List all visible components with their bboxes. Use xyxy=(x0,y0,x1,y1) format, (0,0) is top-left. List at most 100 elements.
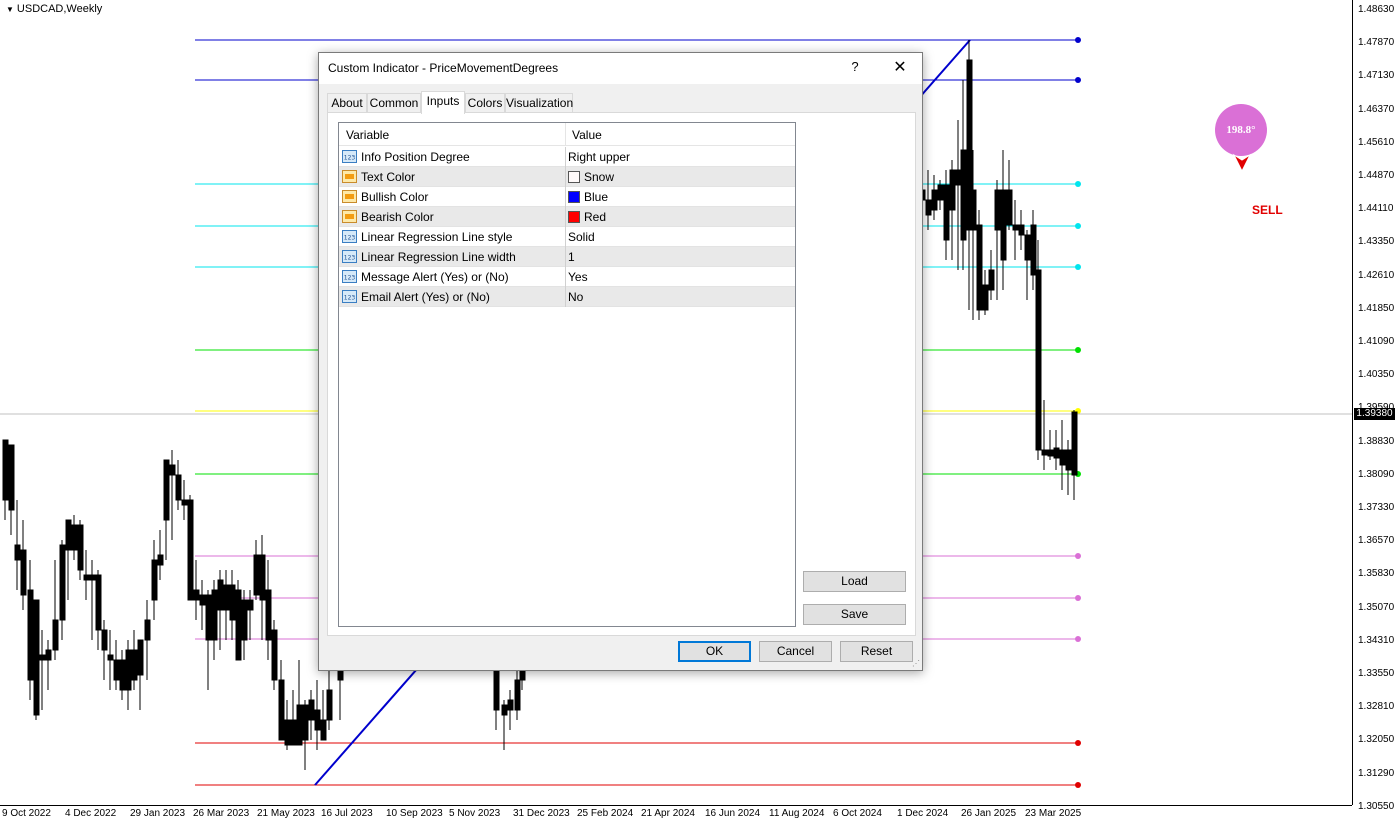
candle-body xyxy=(976,224,983,311)
candle-body xyxy=(507,699,514,711)
input-variable-name: Text Color xyxy=(361,170,416,184)
reset-button[interactable]: Reset xyxy=(840,641,913,662)
candle-body xyxy=(89,574,96,581)
signal-label: SELL xyxy=(1252,203,1283,217)
candle-body xyxy=(211,589,218,641)
chart-menu-triangle-icon[interactable]: ▼ xyxy=(6,5,14,14)
candle-body xyxy=(1041,449,1048,456)
input-row[interactable]: Bearish Color Red xyxy=(339,207,795,227)
candle-body xyxy=(937,184,944,201)
tab-common[interactable]: Common xyxy=(367,93,421,113)
column-header-value[interactable]: Value xyxy=(572,128,602,142)
candle-body xyxy=(259,554,266,601)
input-value-text: Yes xyxy=(568,270,588,284)
load-button[interactable]: Load xyxy=(803,571,906,592)
candle-body xyxy=(151,559,158,601)
input-value-text: 1 xyxy=(568,250,575,264)
level-dot xyxy=(1075,553,1081,559)
candle-body xyxy=(45,649,52,661)
custom-indicator-dialog: Custom Indicator - PriceMovementDegrees … xyxy=(318,52,923,671)
input-row[interactable]: 123 Linear Regression Line style Solid xyxy=(339,227,795,247)
input-variable-name: Message Alert (Yes) or (No) xyxy=(361,270,509,284)
candle-body xyxy=(8,444,15,511)
input-row[interactable]: Text Color Snow xyxy=(339,167,795,187)
input-row[interactable]: 123 Message Alert (Yes) or (No) Yes xyxy=(339,267,795,287)
input-value[interactable]: Yes xyxy=(568,270,588,284)
price-tick-label: 1.32050 xyxy=(1358,734,1395,746)
tab-visualization[interactable]: Visualization xyxy=(505,93,573,113)
tab-inputs[interactable]: Inputs xyxy=(421,91,465,114)
candle-body xyxy=(59,544,66,621)
input-value-text: Red xyxy=(584,210,607,224)
candle-body xyxy=(1030,224,1037,276)
input-row[interactable]: 123 Info Position Degree Right upper xyxy=(339,147,795,167)
column-divider[interactable] xyxy=(565,123,566,146)
current-price-label: 1.39380 xyxy=(1354,408,1395,420)
input-value[interactable]: Right upper xyxy=(568,150,630,164)
time-tick-label: 26 Mar 2023 xyxy=(193,808,250,819)
tab-colors[interactable]: Colors xyxy=(465,93,505,113)
dialog-titlebar[interactable]: Custom Indicator - PriceMovementDegrees … xyxy=(319,53,922,84)
candle-body xyxy=(217,579,224,611)
candle-body xyxy=(253,554,260,596)
time-tick-label: 11 Aug 2024 xyxy=(769,808,825,819)
level-dot xyxy=(1075,77,1081,83)
candle-body xyxy=(514,679,521,711)
candle-body xyxy=(1024,234,1031,261)
price-tick-label: 1.46370 xyxy=(1358,103,1395,115)
price-tick-label: 1.30550 xyxy=(1358,800,1395,812)
candle-body xyxy=(1065,449,1072,471)
help-button[interactable]: ? xyxy=(847,59,863,74)
price-tick-label: 1.41090 xyxy=(1358,336,1395,347)
price-tick-label: 1.37330 xyxy=(1358,502,1395,513)
candle-body xyxy=(955,169,962,186)
input-value-text: Solid xyxy=(568,230,595,244)
candle-body xyxy=(1006,189,1013,226)
numeric-input-icon: 123 xyxy=(342,250,357,263)
column-divider xyxy=(565,187,566,207)
svg-text:123: 123 xyxy=(344,255,356,262)
column-divider xyxy=(565,227,566,247)
input-value[interactable]: Blue xyxy=(568,190,608,204)
input-value[interactable]: Snow xyxy=(568,170,614,184)
price-tick-label: 1.38090 xyxy=(1358,468,1395,480)
tab-about[interactable]: About xyxy=(327,93,367,113)
candle-body xyxy=(2,439,9,501)
candle-body xyxy=(144,619,151,641)
numeric-input-icon: 123 xyxy=(342,230,357,243)
input-value[interactable]: No xyxy=(568,290,583,304)
level-dot xyxy=(1075,782,1081,788)
degree-badge: 198.8° xyxy=(1215,104,1267,156)
candle-body xyxy=(181,499,188,506)
cancel-button[interactable]: Cancel xyxy=(759,641,832,662)
price-tick-label: 1.47130 xyxy=(1358,70,1395,82)
input-value[interactable]: 1 xyxy=(568,250,575,264)
input-value[interactable]: Solid xyxy=(568,230,595,244)
resize-grip-icon[interactable]: ⋰ xyxy=(912,659,920,668)
time-tick-label: 29 Jan 2023 xyxy=(130,808,186,819)
ok-button[interactable]: OK xyxy=(678,641,751,662)
input-value-text: Right upper xyxy=(568,150,631,164)
input-value[interactable]: Red xyxy=(568,210,606,224)
input-variable-name: Bearish Color xyxy=(361,210,434,224)
input-row[interactable]: Bullish Color Blue xyxy=(339,187,795,207)
save-button[interactable]: Save xyxy=(803,604,906,625)
level-dot xyxy=(1075,740,1081,746)
level-dot xyxy=(1075,37,1081,43)
candle-body xyxy=(1000,189,1007,261)
candle-body xyxy=(77,524,84,571)
close-icon[interactable]: ✕ xyxy=(888,56,912,80)
level-dot xyxy=(1075,636,1081,642)
candle-body xyxy=(278,679,285,741)
candle-body xyxy=(113,659,120,681)
column-header-variable[interactable]: Variable xyxy=(346,128,389,142)
input-variable-name: Linear Regression Line width xyxy=(361,250,516,264)
down-arrow-icon xyxy=(1232,153,1252,173)
input-row[interactable]: 123 Email Alert (Yes) or (No) No xyxy=(339,287,795,307)
candle-body xyxy=(994,189,1001,231)
price-tick-label: 1.36570 xyxy=(1358,535,1395,547)
candle-body xyxy=(199,594,206,606)
input-row[interactable]: 123 Linear Regression Line width 1 xyxy=(339,247,795,267)
dialog-title: Custom Indicator - PriceMovementDegrees xyxy=(328,61,559,75)
price-tick-label: 1.33550 xyxy=(1358,668,1395,679)
